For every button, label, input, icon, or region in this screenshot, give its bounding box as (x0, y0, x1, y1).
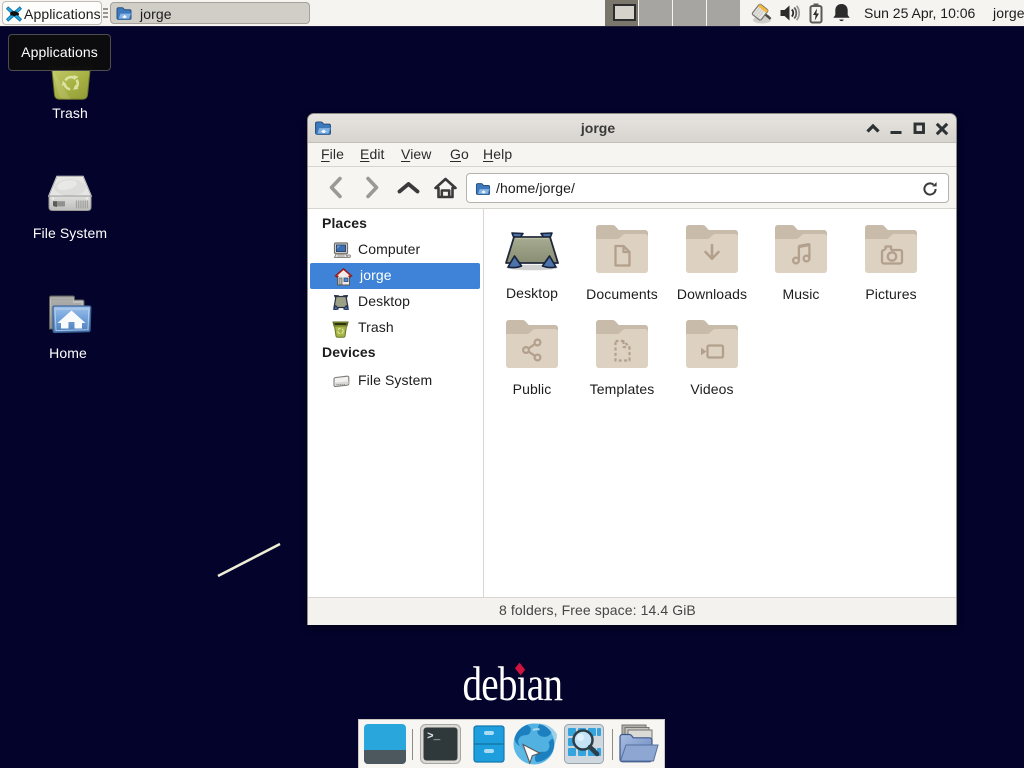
svg-text:>_: >_ (427, 731, 441, 743)
